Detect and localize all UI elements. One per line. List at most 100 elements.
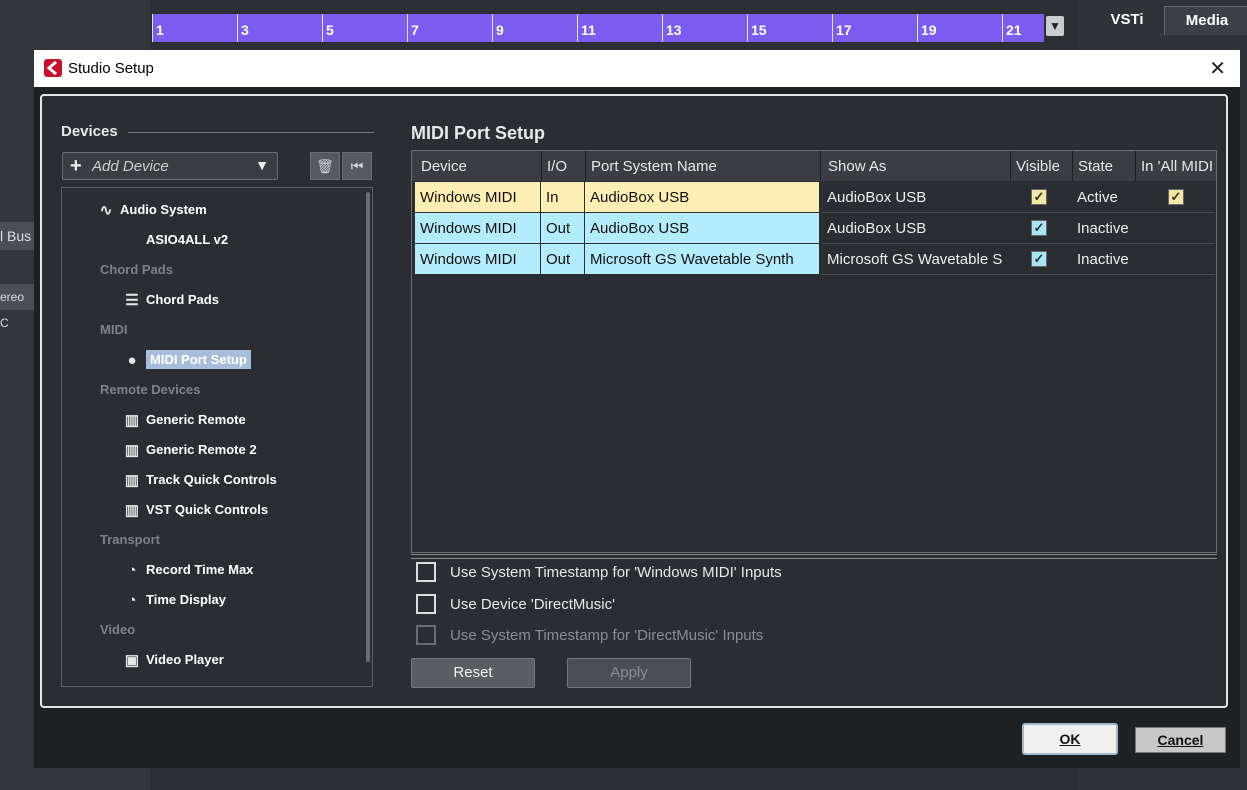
column-header[interactable]: In 'All MIDI <box>1141 151 1213 181</box>
table-splitter[interactable] <box>411 554 1217 559</box>
checkbox-box <box>416 625 436 645</box>
divider <box>128 132 374 133</box>
cell-state: Inactive <box>1077 251 1129 268</box>
cell-port: AudioBox USB <box>585 182 820 212</box>
ruler-tick: 11 <box>577 14 596 42</box>
remote-device-icon: ▥ <box>124 441 140 459</box>
chord-pads-icon: ☰ <box>125 291 139 309</box>
tree-scrollbar[interactable] <box>366 192 370 662</box>
tab-vsti[interactable]: VSTi <box>1092 6 1162 34</box>
tree-item-midi-port-setup[interactable]: ● MIDI Port Setup <box>122 348 251 372</box>
column-separator[interactable] <box>1010 151 1011 181</box>
cell-device: Windows MIDI <box>415 182 541 212</box>
rewind-icon: ⏮ <box>350 158 364 174</box>
apply-button[interactable]: Apply <box>567 658 691 688</box>
tree-item-label: Track Quick Controls <box>146 472 277 487</box>
ruler-tick-label: 17 <box>836 22 852 38</box>
ok-button[interactable]: OK <box>1022 723 1118 755</box>
clock-icon: ◔ <box>127 591 137 609</box>
cell-show-as[interactable]: Microsoft GS Wavetable S <box>822 244 1010 274</box>
column-header[interactable]: Device <box>421 151 467 181</box>
column-header[interactable]: State <box>1078 151 1113 181</box>
tree-item-label: Video Player <box>146 652 224 667</box>
tree-item-generic-remote[interactable]: ▥ Generic Remote <box>122 408 246 432</box>
column-separator[interactable] <box>1072 151 1073 181</box>
ruler-tick-label: 9 <box>496 22 504 38</box>
tree-item-asio4all-v2[interactable]: ASIO4ALL v2 <box>122 228 228 252</box>
column-header[interactable]: I/O <box>547 151 567 181</box>
tree-item-label: Record Time Max <box>146 562 254 577</box>
ruler-tick-label: 1 <box>156 22 164 38</box>
tree-item-vst-quick-controls[interactable]: ▥ VST Quick Controls <box>122 498 268 522</box>
bg-bus-text: l Bus <box>0 228 32 244</box>
cancel-button[interactable]: Cancel <box>1135 727 1226 753</box>
page-title: MIDI Port Setup <box>411 123 545 143</box>
visible-checkbox[interactable]: ✓ <box>1031 251 1047 267</box>
ruler-tick-label: 15 <box>751 22 767 38</box>
all-midi-checkbox[interactable]: ✓ <box>1168 189 1184 205</box>
cell-io: Out <box>541 244 585 274</box>
table-row[interactable]: Windows MIDI In AudioBox USB AudioBox USB Ac… <box>415 182 1213 212</box>
tree-item-label: MIDI Port Setup <box>146 350 251 369</box>
tree-item-audio-system[interactable]: ∿ Audio System <box>96 198 207 222</box>
visible-checkbox[interactable]: ✓ <box>1031 189 1047 205</box>
plus-icon: + <box>70 155 82 177</box>
bg-bus-label: l Bus <box>0 222 34 250</box>
cell-io: In <box>541 182 585 212</box>
column-header[interactable]: Port System Name <box>591 151 717 181</box>
tab-media[interactable]: Media <box>1164 6 1247 35</box>
tree-item-label: Chord Pads <box>146 292 219 307</box>
column-separator[interactable] <box>820 151 821 181</box>
checkbox-box[interactable] <box>416 594 436 614</box>
tree-item-video-player[interactable]: ▣ Video Player <box>122 648 224 672</box>
table-row[interactable]: Windows MIDI Out Microsoft GS Wavetable Sy… <box>415 244 1213 274</box>
tree-item-chord-pads[interactable]: ☰ Chord Pads <box>122 288 219 312</box>
add-device-dropdown[interactable]: + Add Device ▼ <box>62 152 278 180</box>
delete-device-button[interactable]: 🗑 <box>310 152 340 180</box>
column-separator[interactable] <box>541 151 542 181</box>
tree-item-generic-remote-2[interactable]: ▥ Generic Remote 2 <box>122 438 257 462</box>
cell-device: Windows MIDI <box>415 244 541 274</box>
ruler-dropdown-button[interactable]: ▼ <box>1046 16 1064 36</box>
close-icon[interactable]: ✕ <box>1209 56 1226 81</box>
ruler-tick: 9 <box>492 14 504 42</box>
waveform-icon: ∿ <box>99 201 113 219</box>
timeline-ruler[interactable]: 1 3 5 7 9 11 13 15 17 19 21 <box>152 14 1044 42</box>
tree-item-time-display[interactable]: ◔ Time Display <box>122 588 226 612</box>
ruler-tick-label: 21 <box>1006 22 1022 38</box>
film-icon: ▣ <box>124 651 140 669</box>
tree-category-chord-pads: Chord Pads <box>100 262 173 277</box>
tree-item-track-quick-controls[interactable]: ▥ Track Quick Controls <box>122 468 277 492</box>
studio-setup-dialog: Studio Setup ✕ Devices + Add Device ▼ 🗑 … <box>34 50 1240 768</box>
column-separator[interactable] <box>585 151 586 181</box>
cell-show-as[interactable]: AudioBox USB <box>822 213 1010 243</box>
cell-show-as[interactable]: AudioBox USB <box>822 182 1010 212</box>
column-header[interactable]: Visible <box>1016 151 1060 181</box>
tree-item-label: Generic Remote <box>146 412 246 427</box>
tree-item-record-time-max[interactable]: ◔ Record Time Max <box>122 558 253 582</box>
option-label: Use System Timestamp for 'Windows MIDI' … <box>450 564 782 581</box>
ruler-tick-label: 19 <box>921 22 937 38</box>
device-tree[interactable]: ∿ Audio System ASIO4ALL v2 Chord Pads ☰ Chord… <box>61 187 373 687</box>
cell-state: Inactive <box>1077 220 1129 237</box>
option-label: Use System Timestamp for 'DirectMusic' I… <box>450 627 764 644</box>
table-row[interactable]: Windows MIDI Out AudioBox USB AudioBox USB I… <box>415 213 1213 243</box>
visible-checkbox[interactable]: ✓ <box>1031 220 1047 236</box>
checkbox-box[interactable] <box>416 562 436 582</box>
ruler-tick: 15 <box>747 14 767 42</box>
trash-icon: 🗑 <box>316 158 334 174</box>
tree-item-label: Time Display <box>146 592 226 607</box>
ruler-tick: 1 <box>152 14 164 42</box>
title-bar: Studio Setup ✕ <box>34 50 1240 87</box>
column-header[interactable]: Show As <box>828 151 886 181</box>
column-separator[interactable] <box>1135 151 1136 181</box>
cell-device: Windows MIDI <box>415 213 541 243</box>
reset-button[interactable]: Reset <box>411 658 535 688</box>
tree-category-transport: Transport <box>100 532 160 547</box>
cell-io: Out <box>541 213 585 243</box>
cubase-logo-icon <box>44 59 62 77</box>
reset-device-button[interactable]: ⏮ <box>342 152 372 180</box>
ruler-tick: 17 <box>832 14 852 42</box>
ruler-tick-label: 11 <box>581 22 596 38</box>
